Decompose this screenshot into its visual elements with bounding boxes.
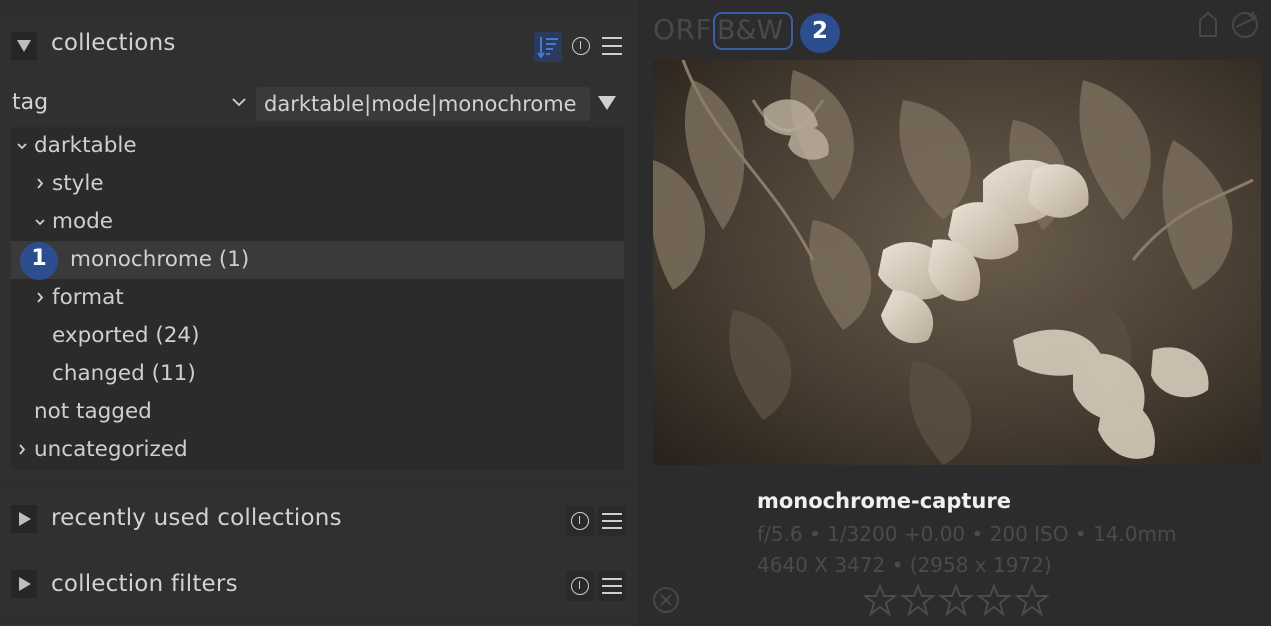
- tree-item-label: mode: [52, 209, 113, 234]
- rule-value-text: darktable|mode|monochrome: [264, 92, 577, 116]
- tree-item-label: monochrome (1): [70, 247, 250, 272]
- module-title: recently used collections: [51, 505, 342, 531]
- reject-icon[interactable]: [652, 586, 680, 614]
- collapse-arrow-icon[interactable]: [11, 32, 37, 60]
- tree-item-label: uncategorized: [34, 437, 188, 462]
- dropdown-triangle-icon[interactable]: [598, 96, 616, 110]
- exif-info: f/5.6 • 1/3200 +0.00 • 200 ISO • 14.0mm: [757, 522, 1177, 546]
- callout-badge-2: 2: [800, 13, 840, 53]
- collapsed-chevron-icon[interactable]: [37, 178, 44, 189]
- rule-property-label[interactable]: tag: [12, 90, 48, 115]
- collapsed-chevron-icon[interactable]: [37, 292, 44, 303]
- presets-menu-icon[interactable]: [600, 34, 626, 60]
- collections-header[interactable]: collections: [0, 18, 638, 74]
- tree-item-mode[interactable]: mode: [11, 203, 624, 241]
- star-icon[interactable]: [900, 583, 936, 617]
- altered-image-icon[interactable]: [1196, 10, 1222, 40]
- expanded-chevron-icon[interactable]: [17, 143, 27, 150]
- chevron-down-icon[interactable]: [232, 98, 246, 107]
- recent-collections-module[interactable]: recently used collections: [0, 491, 638, 547]
- tree-item-darktable[interactable]: darktable: [11, 127, 624, 165]
- tree-item-monochrome[interactable]: 1 monochrome (1): [11, 241, 624, 280]
- tree-item-exported[interactable]: exported (24): [11, 317, 624, 355]
- file-extension-label: ORF: [653, 13, 713, 46]
- star-icon[interactable]: [1014, 583, 1050, 617]
- group-label-text: B&W: [717, 15, 784, 46]
- rule-value-input[interactable]: darktable|mode|monochrome: [256, 87, 590, 121]
- collection-filters-module[interactable]: collection filters: [0, 556, 638, 616]
- info-icon[interactable]: [566, 571, 594, 601]
- star-icon[interactable]: [976, 583, 1012, 617]
- sort-icon[interactable]: [534, 32, 562, 62]
- left-panel: collections tag darktable|mode|monochrom…: [0, 0, 638, 626]
- expand-arrow-icon[interactable]: [11, 570, 37, 598]
- image-dimensions: 4640 X 3472 • (2958 x 1972): [757, 553, 1052, 577]
- group-label-box[interactable]: B&W: [713, 12, 793, 50]
- tree-item-uncategorized[interactable]: uncategorized: [11, 431, 624, 469]
- tree-item-label: not tagged: [34, 399, 152, 424]
- collection-tree: darktable style mode 1 monochrome (1) fo…: [11, 127, 624, 470]
- presets-menu-icon[interactable]: [598, 571, 626, 601]
- module-title: collection filters: [51, 571, 238, 597]
- thumbnail-image[interactable]: [653, 60, 1261, 465]
- local-copy-icon[interactable]: [1229, 9, 1263, 41]
- expand-arrow-icon[interactable]: [11, 505, 37, 533]
- tree-item-label: darktable: [34, 133, 137, 158]
- tree-item-changed[interactable]: changed (11): [11, 355, 624, 393]
- tree-item-label: format: [52, 285, 124, 310]
- tree-item-label: style: [52, 171, 104, 196]
- tree-item-not-tagged[interactable]: not tagged: [11, 393, 624, 431]
- tree-item-label: exported (24): [52, 323, 200, 348]
- star-icon[interactable]: [938, 583, 974, 617]
- info-icon[interactable]: [570, 34, 596, 60]
- thumbnail-filename: monochrome-capture: [757, 489, 1011, 513]
- info-icon[interactable]: [566, 506, 594, 536]
- module-title: collections: [51, 30, 176, 56]
- tree-item-format[interactable]: format: [11, 279, 624, 317]
- star-icon[interactable]: [862, 583, 898, 617]
- collapsed-chevron-icon[interactable]: [19, 444, 26, 455]
- tree-item-label: changed (11): [52, 361, 196, 386]
- tree-item-style[interactable]: style: [11, 165, 624, 203]
- star-rating: [862, 583, 1050, 620]
- callout-badge-1: 1: [20, 242, 58, 280]
- presets-menu-icon[interactable]: [598, 506, 626, 536]
- expanded-chevron-icon[interactable]: [35, 219, 45, 226]
